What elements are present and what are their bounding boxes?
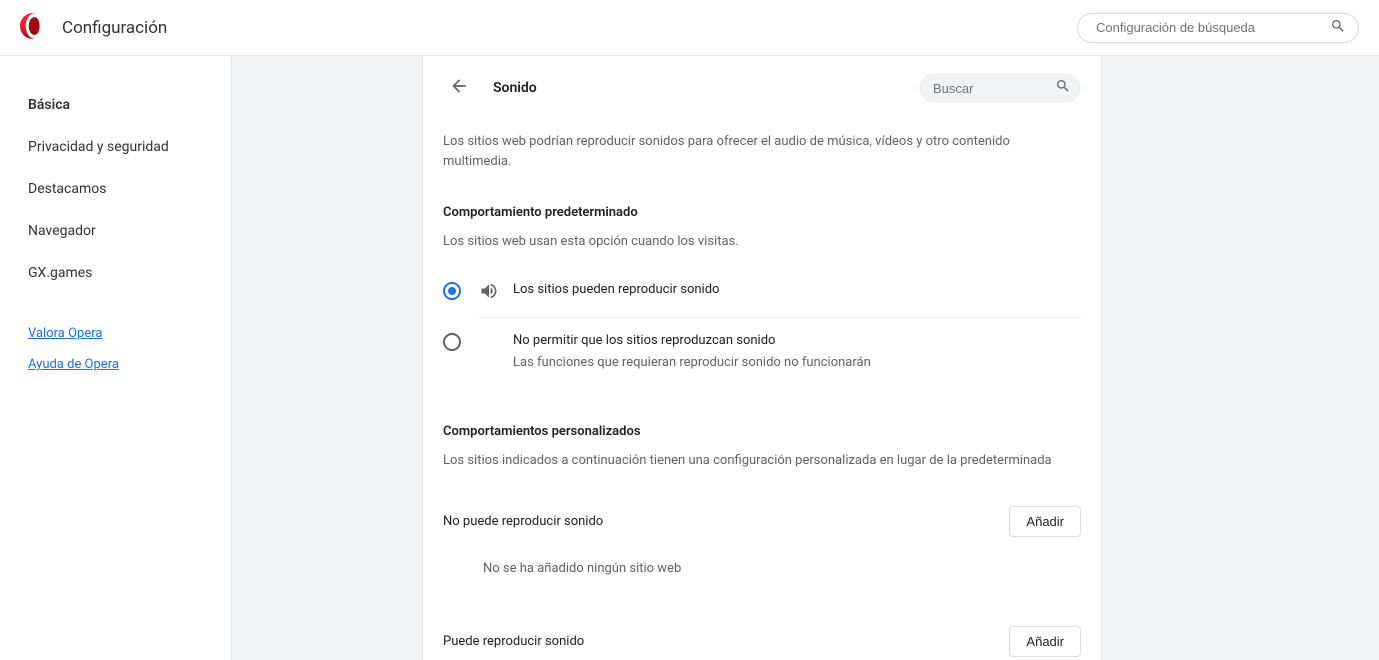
sidebar-item-privacy[interactable]: Privacidad y seguridad: [28, 126, 231, 168]
add-allow-button[interactable]: Añadir: [1009, 626, 1081, 657]
radio-group-default: Los sitios pueden reproducir sonido No p…: [443, 269, 1081, 384]
sidebar-link-help[interactable]: Ayuda de Opera: [28, 349, 231, 380]
radio-block-help: Las funciones que requieran reproducir s…: [513, 354, 1081, 372]
content-panel: Sonido Los sitios web podrían reproducir…: [422, 56, 1102, 660]
search-icon: [1330, 18, 1346, 38]
panel-description: Los sitios web podrían reproducir sonido…: [443, 132, 1081, 171]
default-behavior-title: Comportamiento predeterminado: [443, 205, 1081, 220]
radio-allow-label: Los sitios pueden reproducir sonido: [513, 281, 1081, 299]
panel-search-input[interactable]: [933, 81, 1055, 96]
header-search[interactable]: [1077, 13, 1359, 43]
add-block-button[interactable]: Añadir: [1009, 506, 1081, 537]
back-button[interactable]: [443, 72, 475, 104]
radio-indicator: [443, 282, 461, 300]
header-search-input[interactable]: [1096, 20, 1330, 35]
sidebar: Básica Privacidad y seguridad Destacamos…: [0, 56, 232, 660]
radio-text: No permitir que los sitios reproduzcan s…: [513, 332, 1081, 372]
opera-logo-icon: [20, 13, 62, 43]
block-list-header: No puede reproducir sonido Añadir: [443, 488, 1081, 545]
allow-list-header: Puede reproducir sonido Añadir: [443, 608, 1081, 660]
sidebar-item-gxgames[interactable]: GX.games: [28, 252, 231, 294]
sidebar-item-browser[interactable]: Navegador: [28, 210, 231, 252]
radio-indicator: [443, 333, 461, 351]
custom-behavior-title: Comportamientos personalizados: [443, 424, 1081, 439]
block-list-section: No puede reproducir sonido Añadir No se …: [443, 488, 1081, 600]
search-icon: [1055, 78, 1071, 98]
arrow-left-icon: [449, 76, 469, 100]
volume-icon: [479, 281, 513, 305]
default-behavior-sub: Los sitios web usan esta opción cuando l…: [443, 234, 1081, 249]
panel-header: Sonido: [443, 72, 1081, 104]
panel-title: Sonido: [493, 80, 919, 96]
app-header: Configuración: [0, 0, 1379, 56]
radio-block-sound[interactable]: No permitir que los sitios reproduzcan s…: [443, 318, 1081, 384]
main: Sonido Los sitios web podrían reproducir…: [232, 56, 1379, 660]
panel-search[interactable]: [919, 73, 1081, 103]
sidebar-link-rate[interactable]: Valora Opera: [28, 318, 231, 349]
radio-block-label: No permitir que los sitios reproduzcan s…: [513, 332, 1081, 350]
block-list-title: No puede reproducir sonido: [443, 514, 603, 529]
radio-allow-sound[interactable]: Los sitios pueden reproducir sonido: [443, 269, 1081, 317]
block-list-empty: No se ha añadido ningún sitio web: [443, 545, 1081, 600]
sidebar-item-basic[interactable]: Básica: [28, 84, 231, 126]
allow-list-section: Puede reproducir sonido Añadir No se ha …: [443, 608, 1081, 660]
allow-list-title: Puede reproducir sonido: [443, 634, 584, 649]
radio-text: Los sitios pueden reproducir sonido: [513, 281, 1081, 299]
page-title: Configuración: [62, 18, 1077, 38]
sidebar-item-featured[interactable]: Destacamos: [28, 168, 231, 210]
custom-behavior-sub: Los sitios indicados a continuación tien…: [443, 453, 1081, 468]
